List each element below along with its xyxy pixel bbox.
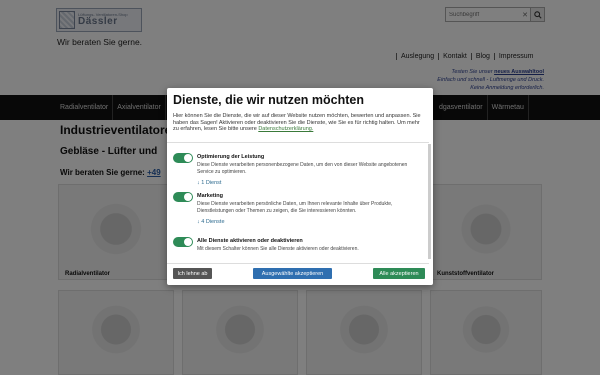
consent-dialog: Dienste, die wir nutzen möchten Hier kön… [167,88,433,285]
accept-all-button[interactable]: Alle akzeptieren [373,268,425,279]
service-count-link[interactable]: ↓ 1 Dienst [197,180,221,186]
service-count-link[interactable]: ↓ 4 Dienste [197,219,225,225]
consent-intro: Hier können Sie die Dienste, die wir auf… [173,113,427,133]
service-all-toggle: Alle Dienste aktivieren oder deaktiviere… [173,237,425,261]
toggle-marketing[interactable] [173,192,193,202]
toggle-performance[interactable] [173,153,193,163]
consent-title: Dienste, die wir nutzen möchten [173,93,364,107]
decline-button[interactable]: Ich lehne ab [173,268,212,279]
toggle-all[interactable] [173,237,193,247]
service-description: Diese Dienste verarbeiten personenbezoge… [197,162,408,175]
accept-selected-button[interactable]: Ausgewählte akzeptieren [253,268,332,279]
service-title: Optimierung der Leistung [197,154,265,160]
privacy-policy-link[interactable]: Datenschutzerklärung. [258,126,313,132]
service-marketing: Marketing Diese Dienste verarbeiten pers… [173,192,425,228]
service-title: Alle Dienste aktivieren oder deaktiviere… [197,238,303,244]
scrollbar[interactable] [428,144,431,259]
service-performance: Optimierung der Leistung Diese Dienste v… [173,153,425,189]
service-description: Diese Dienste verarbeiten persönliche Da… [197,201,393,214]
service-title: Marketing [197,193,223,199]
service-list: Optimierung der Leistung Diese Dienste v… [167,142,429,264]
service-description: Mit diesem Schalter können Sie alle Dien… [197,246,359,252]
